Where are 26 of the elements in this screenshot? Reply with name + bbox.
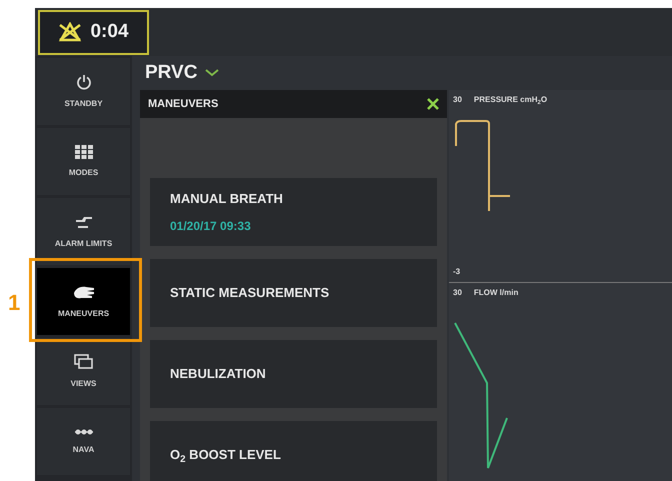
waveform-title: FLOW l/min — [474, 287, 518, 299]
maneuver-button[interactable]: NEBULIZATION — [150, 340, 437, 408]
callout-number: 1 — [8, 289, 20, 317]
power-icon — [76, 74, 92, 90]
sidebar-button[interactable]: ALARM LIMITS — [37, 198, 130, 265]
mode-title: PRVC — [145, 60, 198, 85]
grid-icon — [74, 144, 92, 158]
maneuver-button[interactable]: O$_{2}$ BOOST LEVEL — [150, 421, 437, 481]
waveform-title: PRESSURE cmH$_{2}$O — [474, 94, 548, 106]
maneuver-button[interactable]: STATIC MEASUREMENTS — [150, 259, 437, 327]
panel-title: MANEUVERS — [148, 96, 218, 112]
axis-label: -3 — [453, 266, 462, 278]
sidebar-button[interactable]: VIEWS — [37, 338, 130, 405]
chevron-down-icon[interactable] — [205, 69, 220, 77]
alarm-muted-icon — [58, 22, 82, 42]
sidebar-button[interactable]: STANDBY — [37, 58, 130, 125]
close-icon[interactable] — [427, 98, 439, 110]
axis-label: 30 — [453, 94, 462, 106]
axis-label: 30 — [453, 287, 462, 299]
sidebar-button[interactable]: MANEUVERS — [37, 268, 130, 335]
sidebar-button[interactable]: NAVA — [37, 408, 130, 475]
sidebar-button[interactable]: MODES — [37, 128, 130, 195]
maneuver-button[interactable]: MANUAL BREATH 01/20/17 09:33 — [150, 178, 437, 246]
windows-icon — [74, 354, 94, 370]
dots-line-icon — [74, 428, 94, 436]
timer-text: 0:04 — [90, 20, 129, 44]
